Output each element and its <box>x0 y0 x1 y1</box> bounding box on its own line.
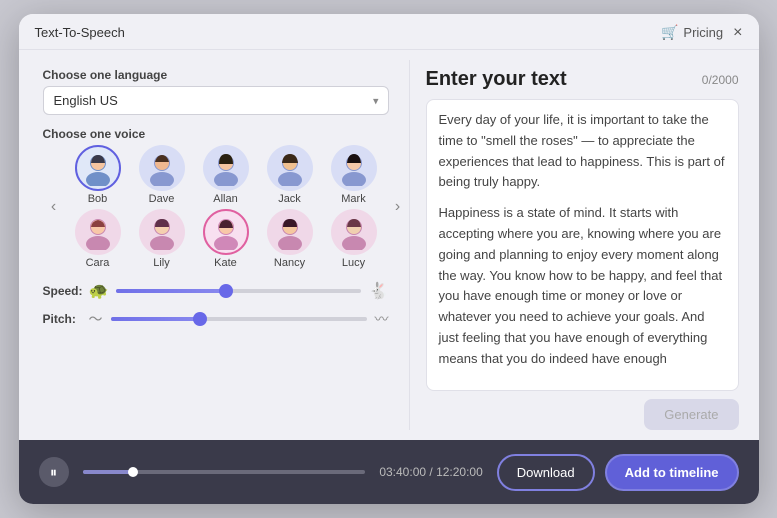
pitch-high-icon: 〰 <box>375 309 389 329</box>
pitch-label: Pitch: <box>43 312 81 326</box>
voice-avatar-mark <box>331 145 377 191</box>
bottom-actions: Download Add to timeline <box>497 454 739 491</box>
language-section: Choose one language English US <box>43 68 389 115</box>
speed-slider-track[interactable] <box>116 289 360 293</box>
download-button[interactable]: Download <box>497 454 595 491</box>
voices-row-2: Cara Lily <box>69 209 383 269</box>
prev-arrow[interactable]: ‹ <box>43 196 65 218</box>
text-area[interactable]: Every day of your life, it is important … <box>426 99 739 391</box>
voice-avatar-jack <box>267 145 313 191</box>
speed-slider-thumb[interactable] <box>219 284 233 298</box>
voice-avatar-cara <box>75 209 121 255</box>
add-timeline-button[interactable]: Add to timeline <box>605 454 739 491</box>
text-paragraph-1: Every day of your life, it is important … <box>439 110 726 193</box>
voice-avatar-dave <box>139 145 185 191</box>
voice-item-jack[interactable]: Jack <box>261 145 319 205</box>
voice-name-lily: Lily <box>153 257 170 269</box>
voice-name-cara: Cara <box>86 257 110 269</box>
cart-icon: 🛒 <box>661 24 678 41</box>
next-arrow[interactable]: › <box>387 196 409 218</box>
right-panel: Enter your text 0/2000 Every day of your… <box>410 50 759 440</box>
voice-avatar-kate <box>203 209 249 255</box>
language-select-wrapper: English US <box>43 86 389 115</box>
pitch-slider-thumb[interactable] <box>193 312 207 326</box>
generate-button[interactable]: Generate <box>644 399 738 430</box>
speed-fast-icon: 🐇 <box>369 281 389 301</box>
current-time: 03:40:00 <box>379 465 426 479</box>
voice-item-allan[interactable]: Allan <box>197 145 255 205</box>
bottom-bar: ⏸ 03:40:00 / 12:20:00 Download Add to ti… <box>19 440 759 504</box>
text-paragraph-2: Happiness is a state of mind. It starts … <box>439 203 726 369</box>
enter-text-title: Enter your text <box>426 68 567 91</box>
voice-name-lucy: Lucy <box>342 257 365 269</box>
progress-thumb[interactable] <box>128 467 138 477</box>
progress-track[interactable] <box>83 470 366 474</box>
generate-btn-area: Generate <box>426 399 739 430</box>
pricing-label: Pricing <box>683 25 723 40</box>
pitch-low-icon: 〜 <box>89 309 103 329</box>
progress-fill <box>83 470 134 474</box>
voice-name-nancy: Nancy <box>274 257 305 269</box>
voice-item-lily[interactable]: Lily <box>133 209 191 269</box>
voice-avatar-lucy <box>331 209 377 255</box>
time-display: 03:40:00 / 12:20:00 <box>379 465 482 479</box>
voice-name-dave: Dave <box>149 193 175 205</box>
voice-item-nancy[interactable]: Nancy <box>261 209 319 269</box>
pitch-slider-fill <box>111 317 201 321</box>
voice-avatar-bob <box>75 145 121 191</box>
voice-item-lucy[interactable]: Lucy <box>325 209 383 269</box>
voice-item-dave[interactable]: Dave <box>133 145 191 205</box>
total-time: 12:20:00 <box>436 465 483 479</box>
speed-row: Speed: 🐢 🐇 <box>43 281 389 301</box>
voice-item-cara[interactable]: Cara <box>69 209 127 269</box>
dialog-title: Text-To-Speech <box>35 25 125 40</box>
speed-label: Speed: <box>43 284 81 298</box>
pricing-button[interactable]: 🛒 Pricing <box>661 24 723 41</box>
voice-item-kate[interactable]: Kate <box>197 209 255 269</box>
voices-row-1: Bob Dave <box>69 145 383 205</box>
pause-icon: ⏸ <box>50 464 57 481</box>
voice-name-kate: Kate <box>214 257 237 269</box>
voice-avatar-allan <box>203 145 249 191</box>
close-button[interactable]: × <box>733 25 742 41</box>
speed-slow-icon: 🐢 <box>89 281 109 301</box>
dialog: Text-To-Speech 🛒 Pricing × Choose one la… <box>19 14 759 504</box>
language-select[interactable]: English US <box>43 86 389 115</box>
left-panel: Choose one language English US Choose on… <box>19 50 409 440</box>
voice-section-label: Choose one voice <box>43 127 389 141</box>
main-content: Choose one language English US Choose on… <box>19 50 759 440</box>
voice-name-mark: Mark <box>341 193 365 205</box>
slider-section: Speed: 🐢 🐇 Pitch: 〜 〰 <box>43 281 389 329</box>
voice-item-mark[interactable]: Mark <box>325 145 383 205</box>
voice-avatar-lily <box>139 209 185 255</box>
language-section-label: Choose one language <box>43 68 389 82</box>
voice-name-bob: Bob <box>88 193 108 205</box>
voice-section: Choose one voice ‹ Bob <box>43 127 389 269</box>
voice-avatar-nancy <box>267 209 313 255</box>
pitch-slider-track[interactable] <box>111 317 367 321</box>
titlebar-right: 🛒 Pricing × <box>661 24 743 41</box>
pitch-row: Pitch: 〜 〰 <box>43 309 389 329</box>
right-header: Enter your text 0/2000 <box>426 68 739 91</box>
titlebar: Text-To-Speech 🛒 Pricing × <box>19 14 759 50</box>
voice-item-bob[interactable]: Bob <box>69 145 127 205</box>
speed-slider-fill <box>116 289 226 293</box>
char-count: 0/2000 <box>702 73 739 87</box>
voice-name-jack: Jack <box>278 193 301 205</box>
voices-grid: Bob Dave <box>69 145 383 269</box>
voice-carousel: ‹ Bob <box>43 145 389 269</box>
pause-button[interactable]: ⏸ <box>39 457 69 487</box>
voice-name-allan: Allan <box>213 193 237 205</box>
